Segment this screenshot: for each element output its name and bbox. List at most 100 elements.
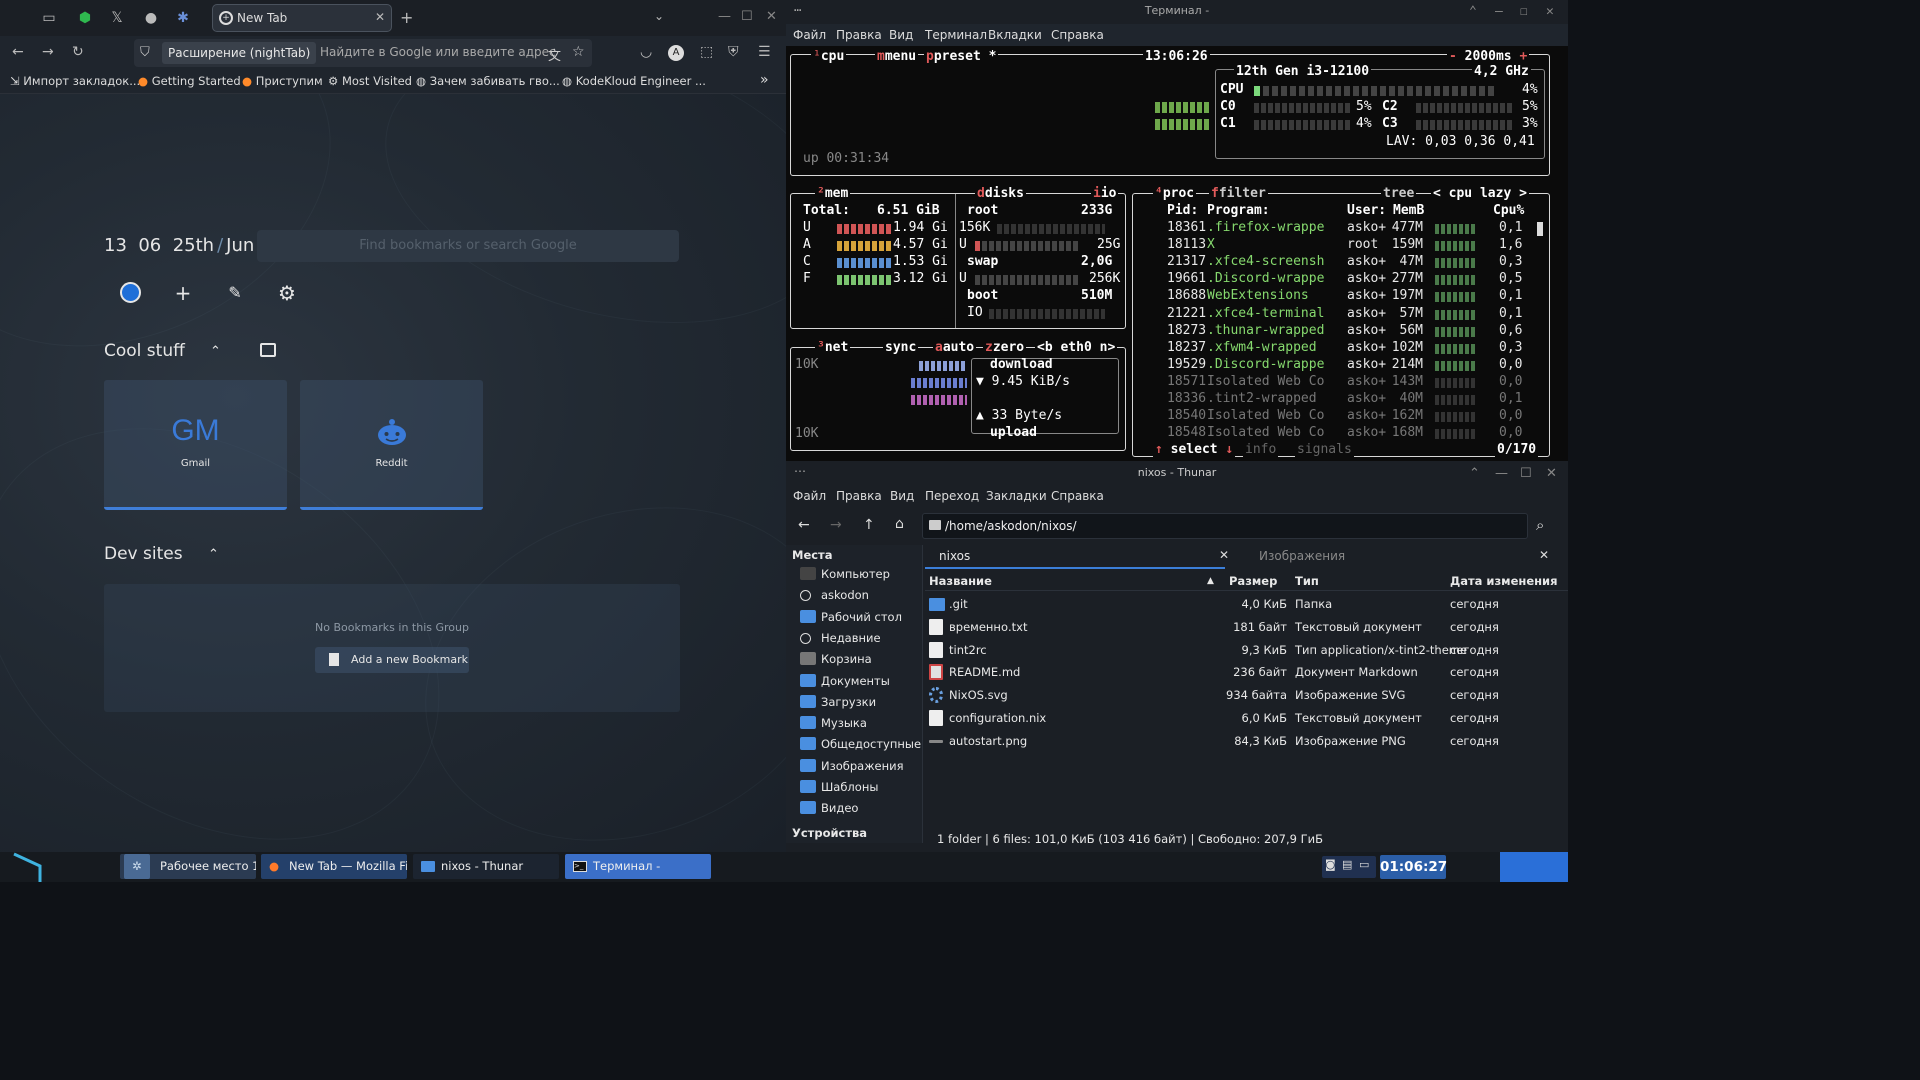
proc-info[interactable]: info [1243,442,1279,457]
reload-icon[interactable]: ↻ [72,44,84,60]
forward-icon[interactable]: → [830,517,842,533]
menu-go[interactable]: Переход [925,489,979,503]
file-row[interactable]: autostart.png 84,3 КиБ Изображение PNG сего… [925,730,1568,752]
menu-icon[interactable]: ☰ [758,44,771,60]
file-row[interactable]: временно.txt 181 байт Текстовый документ се… [925,616,1568,638]
url-bar[interactable]: ⛉ Расширение (nightTab) Найдите в Google… [134,39,592,67]
chevron-up-icon[interactable]: ⌃ [1469,4,1477,19]
bookmark-tile-gmail[interactable]: GM Gmail [104,380,287,510]
bookmark-tile-reddit[interactable]: Reddit [300,380,483,510]
close-tab-icon[interactable]: ✕ [375,10,385,24]
place-item[interactable]: Общедоступные [800,737,921,755]
bookmark-start[interactable]: ● Приступим [242,74,323,88]
menu-help[interactable]: Справка [1051,28,1104,42]
close-icon[interactable]: ✕ [1546,466,1557,481]
bookmark-kodekloud[interactable]: ◍ KodeKloud Engineer ... [562,74,706,88]
place-item[interactable]: Корзина [800,652,872,670]
search-icon[interactable]: ⌕ [1536,516,1544,534]
process-row[interactable]: 19661 .Discord-wrappe asko+ 277M 0,5 [1133,271,1533,288]
show-desktop-button[interactable] [1500,852,1568,882]
pinned-tab-x-icon[interactable]: 𝕏 [108,9,126,27]
task-firefox[interactable]: ● New Tab — Mozilla Fir... [261,854,407,879]
menu-help[interactable]: Справка [1051,489,1104,503]
tab-images[interactable]: Изображения ✕ [1245,545,1549,569]
column-name[interactable]: Название [929,574,992,588]
file-row[interactable]: .git 4,0 КиБ Папка сегодня [925,593,1568,615]
extensions-icon[interactable]: ⬚ [700,44,713,60]
add-bookmark-button[interactable]: Add a new Bookmark [315,647,469,673]
menu-edit[interactable]: Правка [836,28,882,42]
collapse-chevron-icon[interactable]: ⌃ [210,344,221,359]
app-menu-icon[interactable] [10,852,50,882]
close-icon[interactable]: ✕ [1546,4,1554,19]
place-item[interactable]: askodon [800,588,869,606]
proc-filter[interactable]: ffilter [1209,186,1268,201]
process-row[interactable]: 18237 .xfwm4-wrapped asko+ 102M 0,3 [1133,340,1533,357]
process-row[interactable]: 18540 Isolated Web Co asko+ 162M 0,0 [1133,408,1533,425]
bookmark-getting-started[interactable]: ● Getting Started [138,74,241,88]
pocket-icon[interactable]: ◡ [640,44,652,60]
place-item[interactable]: Недавние [800,631,881,649]
screen-icon[interactable]: ▭ [1359,858,1369,871]
pinned-tab-github-icon[interactable]: ● [142,9,160,27]
process-row[interactable]: 19529 .Discord-wrappe asko+ 214M 0,0 [1133,357,1533,374]
process-row[interactable]: 18571 Isolated Web Co asko+ 143M 0,0 [1133,374,1533,391]
collapse-chevron-icon[interactable]: ⌃ [208,547,219,562]
file-row[interactable]: tint2rc 9,3 КиБ Тип application/x-tint2-th… [925,639,1568,661]
flag-icon[interactable]: ▤ [1342,858,1352,871]
column-date[interactable]: Дата изменения [1450,574,1558,588]
menu-file[interactable]: Файл [793,28,826,42]
location-bar[interactable]: /home/askodon/nixos/ [922,513,1528,539]
close-icon[interactable]: ✕ [766,9,777,24]
discord-icon[interactable]: ◙ [1325,858,1336,871]
process-row[interactable]: 18273 .thunar-wrapped asko+ 56M 0,6 [1133,323,1533,340]
tab-nixos[interactable]: nixos ✕ [925,545,1229,569]
forward-icon[interactable]: → [42,44,54,60]
pinned-tab-sheets-icon[interactable]: ⬢ [76,9,94,27]
add-icon[interactable]: + [172,282,194,304]
close-tab-icon[interactable]: ✕ [1539,548,1549,562]
menu-terminal[interactable]: Терминал [925,28,987,42]
file-row[interactable]: NixOS.svg 934 байта Изображение SVG сегодня [925,684,1568,706]
proc-sort[interactable]: < cpu lazy > [1431,186,1529,201]
back-icon[interactable]: ← [12,44,24,60]
place-item[interactable]: Документы [800,673,890,692]
translate-icon[interactable]: 文 [548,45,561,64]
file-row[interactable]: README.md 236 байт Документ Markdown сегодн… [925,661,1568,683]
pinned-tab-gear-icon[interactable]: ✱ [174,9,192,27]
menu-tabs[interactable]: Вкладки [988,28,1042,42]
proc-signals[interactable]: signals [1295,442,1354,457]
process-row[interactable]: 21317 .xfce4-screensh asko+ 47M 0,3 [1133,254,1533,271]
process-row[interactable]: 18688 WebExtensions asko+ 197M 0,1 [1133,288,1533,305]
shield-icon[interactable]: ⛉ [140,45,150,60]
btop-menu[interactable]: mmenu [875,49,919,64]
maximize-icon[interactable]: ☐ [741,9,753,24]
minimize-icon[interactable]: — [1495,4,1503,19]
tab-overview-icon[interactable]: ▭ [40,9,58,27]
star-icon[interactable]: ☆ [572,44,585,60]
process-row[interactable]: 18548 Isolated Web Co asko+ 168M 0,0 [1133,425,1533,442]
place-item[interactable]: Шаблоны [800,780,878,798]
new-tab-button[interactable]: + [400,8,413,27]
menu-file[interactable]: Файл [793,489,826,503]
menu-bookmarks[interactable]: Закладки [986,489,1047,503]
gear-icon[interactable]: ⚙ [276,282,298,304]
proc-scrollbar[interactable] [1537,222,1543,236]
home-icon[interactable]: ⌂ [895,516,904,532]
up-icon[interactable]: ↑ [863,517,875,533]
column-size[interactable]: Размер [1229,574,1277,588]
process-row[interactable]: 18361 .firefox-wrappe asko+ 477M 0,1 [1133,220,1533,237]
chevron-up-icon[interactable]: ⌃ [1469,466,1480,481]
proc-select[interactable]: ↑ select ↓ [1153,442,1236,457]
more-bookmarks-icon[interactable]: » [760,72,769,88]
extension-chip[interactable]: Расширение (nightTab) [162,42,317,64]
close-tab-icon[interactable]: ✕ [1219,548,1229,562]
menu-view[interactable]: Вид [889,28,913,42]
chevron-down-icon[interactable]: ⌄ [654,9,664,23]
minimize-icon[interactable]: — [1495,466,1508,481]
menu-view[interactable]: Вид [890,489,914,503]
back-icon[interactable]: ← [798,517,810,533]
process-row[interactable]: 21221 .xfce4-terminal asko+ 57M 0,1 [1133,306,1533,323]
column-type[interactable]: Тип [1295,574,1319,588]
account-icon[interactable]: A [668,45,684,61]
